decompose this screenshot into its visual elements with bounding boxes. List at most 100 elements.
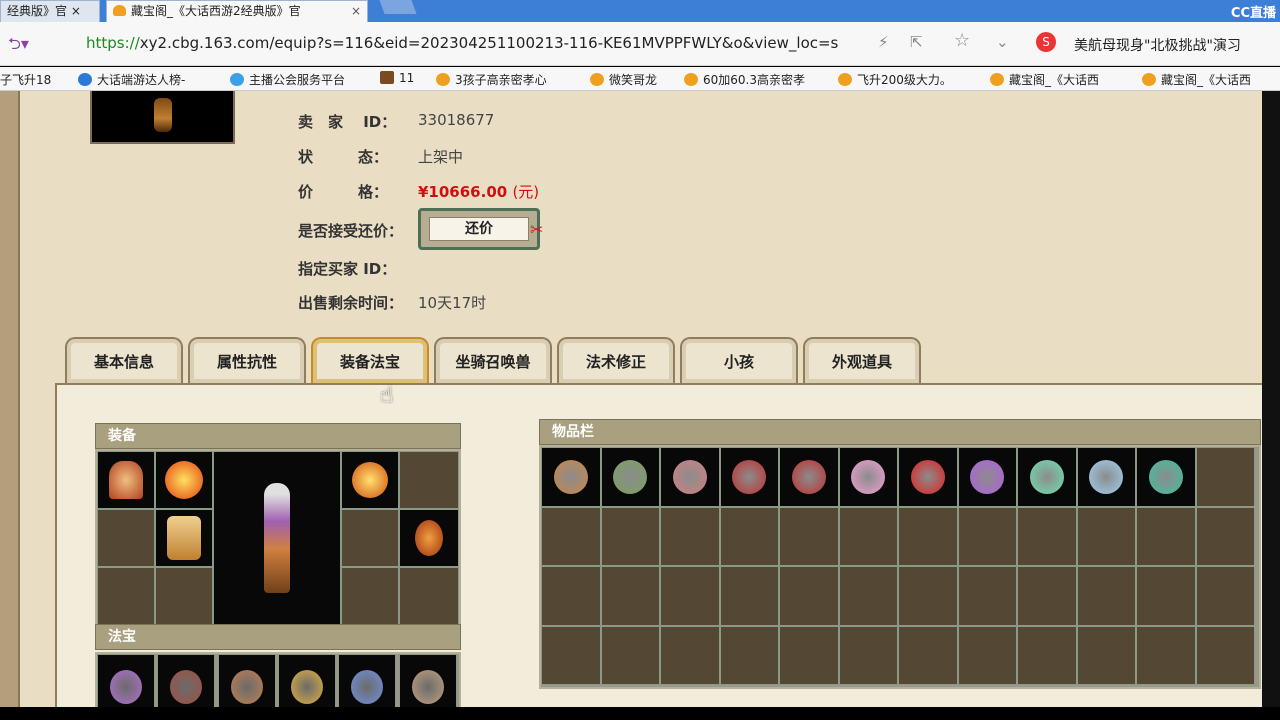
treasure-slot[interactable]	[217, 654, 276, 707]
inventory-slot[interactable]	[1017, 447, 1077, 507]
equip-slot[interactable]	[155, 509, 213, 567]
inventory-slot[interactable]	[1195, 447, 1255, 507]
new-tab-button[interactable]	[379, 0, 417, 14]
inventory-slot[interactable]	[600, 566, 660, 626]
inventory-slot[interactable]	[719, 625, 779, 685]
treasure-slot[interactable]	[157, 654, 216, 707]
inventory-slot[interactable]	[600, 506, 660, 566]
inventory-slot[interactable]	[1076, 566, 1136, 626]
inventory-slot[interactable]	[1076, 625, 1136, 685]
search-engine-icon[interactable]: S	[1036, 32, 1056, 52]
equip-slot[interactable]	[399, 567, 459, 625]
bookmark-item[interactable]: 微笑哥龙	[590, 71, 657, 88]
browser-tab-active[interactable]: 藏宝阁_《大话西游2经典版》官 ×	[106, 0, 368, 22]
bookmark-item[interactable]: 主播公会服务平台	[230, 71, 345, 88]
inventory-slot[interactable]	[660, 447, 720, 507]
inventory-slot[interactable]	[541, 506, 601, 566]
tab-children[interactable]: 小孩	[680, 337, 798, 383]
inventory-slot[interactable]	[1195, 625, 1255, 685]
inventory-slot[interactable]	[1076, 506, 1136, 566]
share-icon[interactable]: ⇱	[910, 33, 923, 51]
inventory-slot[interactable]	[898, 566, 958, 626]
bookmark-item[interactable]: 60加60.3高亲密孝	[684, 71, 805, 88]
news-ticker[interactable]: 美航母现身"北极挑战"演习	[1074, 35, 1241, 55]
inventory-slot[interactable]	[660, 506, 720, 566]
inventory-slot[interactable]	[957, 506, 1017, 566]
bookmark-item[interactable]: 藏宝阁_《大话西	[990, 71, 1099, 88]
inventory-slot[interactable]	[1195, 506, 1255, 566]
tab-attributes[interactable]: 属性抗性	[188, 337, 306, 383]
inventory-slot[interactable]	[1017, 566, 1077, 626]
bookmark-item[interactable]: 3孩子高亲密孝心	[436, 71, 547, 88]
inventory-slot[interactable]	[1195, 566, 1255, 626]
inventory-slot[interactable]	[660, 566, 720, 626]
inventory-slot[interactable]	[719, 566, 779, 626]
inventory-slot[interactable]	[898, 506, 958, 566]
scrollbar[interactable]	[1262, 91, 1280, 707]
dragon-icon	[613, 459, 648, 494]
close-tab-icon[interactable]: ×	[351, 1, 361, 22]
inventory-slot[interactable]	[600, 625, 660, 685]
inventory-slot[interactable]	[541, 625, 601, 685]
star-icon[interactable]: ☆	[954, 30, 970, 51]
equip-slot[interactable]	[97, 567, 155, 625]
inventory-slot[interactable]	[838, 506, 898, 566]
equip-slot[interactable]	[399, 509, 459, 567]
page-left-border	[0, 91, 20, 707]
inventory-slot[interactable]	[779, 447, 839, 507]
inventory-slot[interactable]	[541, 447, 601, 507]
tab-spell-correction[interactable]: 法术修正	[557, 337, 675, 383]
inventory-slot[interactable]	[1017, 506, 1077, 566]
bookmark-item[interactable]: 子飞升18	[0, 71, 51, 88]
inventory-slot[interactable]	[957, 566, 1017, 626]
inventory-slot[interactable]	[779, 566, 839, 626]
inventory-slot[interactable]	[838, 625, 898, 685]
inventory-slot[interactable]	[779, 506, 839, 566]
counter-offer-button[interactable]: 还价	[418, 208, 540, 250]
inventory-slot[interactable]	[660, 625, 720, 685]
equip-slot[interactable]	[97, 451, 155, 509]
treasure-slot[interactable]	[338, 654, 397, 707]
equip-slot[interactable]	[155, 451, 213, 509]
inventory-slot[interactable]	[600, 447, 660, 507]
inventory-slot[interactable]	[838, 447, 898, 507]
equip-slot[interactable]	[399, 451, 459, 509]
inventory-slot[interactable]	[719, 506, 779, 566]
bookmark-item[interactable]: 飞升200级大力。	[838, 71, 952, 88]
back-icon[interactable]: ⮌▾	[8, 33, 29, 60]
inventory-slot[interactable]	[1136, 625, 1196, 685]
inventory-slot[interactable]	[1136, 447, 1196, 507]
inventory-slot[interactable]	[1136, 506, 1196, 566]
inventory-slot[interactable]	[719, 447, 779, 507]
inventory-slot[interactable]	[838, 566, 898, 626]
treasure-slot[interactable]	[398, 654, 457, 707]
lightning-icon[interactable]: ⚡	[878, 33, 889, 51]
equip-slot[interactable]	[155, 567, 213, 625]
inventory-slot[interactable]	[957, 625, 1017, 685]
treasure-slot[interactable]	[97, 654, 155, 707]
inventory-slot[interactable]	[1017, 625, 1077, 685]
equip-slot[interactable]	[97, 509, 155, 567]
tab-appearance[interactable]: 外观道具	[803, 337, 921, 383]
inventory-slot[interactable]	[957, 447, 1017, 507]
rope-icon	[553, 459, 588, 494]
bookmark-item[interactable]: 大话端游达人榜-	[78, 71, 185, 88]
tab-mounts-pets[interactable]: 坐骑召唤兽	[434, 337, 552, 383]
equip-slot[interactable]	[341, 509, 399, 567]
bookmark-item[interactable]: 11	[380, 71, 414, 85]
tab-basic-info[interactable]: 基本信息	[65, 337, 183, 383]
treasure-slot[interactable]	[277, 654, 336, 707]
tab-equipment[interactable]: 装备法宝	[311, 337, 429, 383]
inventory-slot[interactable]	[1076, 447, 1136, 507]
inventory-slot[interactable]	[1136, 566, 1196, 626]
equip-slot[interactable]	[341, 451, 399, 509]
url-field[interactable]: https://xy2.cbg.163.com/equip?s=116&eid=…	[86, 34, 838, 52]
chevron-down-icon[interactable]: ⌄	[996, 33, 1009, 51]
bookmark-item[interactable]: 藏宝阁_《大话西	[1142, 71, 1251, 88]
equip-slot[interactable]	[341, 567, 399, 625]
browser-tab[interactable]: 经典版》官 ×	[0, 0, 100, 22]
inventory-slot[interactable]	[898, 625, 958, 685]
inventory-slot[interactable]	[898, 447, 958, 507]
inventory-slot[interactable]	[541, 566, 601, 626]
inventory-slot[interactable]	[779, 625, 839, 685]
